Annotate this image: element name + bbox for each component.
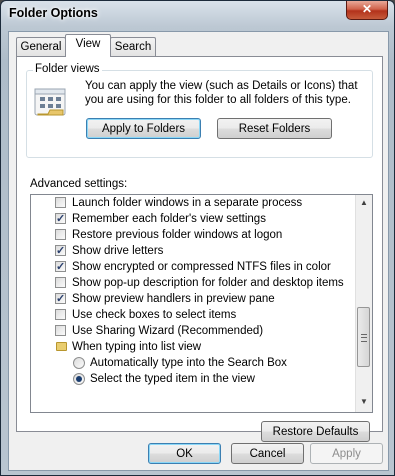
list-item-label: Use Sharing Wizard (Recommended): [72, 325, 264, 337]
scroll-down-icon[interactable]: ▼: [356, 394, 372, 410]
vertical-scrollbar[interactable]: ▲ ▼: [355, 195, 372, 412]
use-check-boxes-checkbox[interactable]: [55, 309, 66, 320]
scroll-up-icon[interactable]: ▲: [356, 195, 372, 211]
list-item-label: When typing into list view: [72, 341, 202, 353]
title-bar[interactable]: Folder Options ✕: [1, 1, 394, 27]
list-item-label: Launch folder windows in a separate proc…: [72, 197, 303, 209]
folder-icon: [56, 342, 67, 351]
auto-type-search-radio[interactable]: [73, 357, 85, 369]
list-item-label: Restore previous folder windows at logon: [72, 229, 283, 241]
folder-options-window: Folder Options ✕ General View Search Fol…: [0, 0, 395, 476]
close-icon: ✕: [361, 2, 373, 16]
dialog-client-area: General View Search Folder views You can…: [8, 31, 389, 471]
show-preview-handlers-checkbox[interactable]: [55, 291, 66, 307]
apply-button[interactable]: Apply: [310, 443, 383, 464]
advanced-settings-label: Advanced settings:: [30, 178, 128, 190]
folder-views-description: You can apply the view (such as Details …: [85, 80, 358, 106]
list-item-label: Show pop-up description for folder and d…: [72, 277, 344, 289]
show-popup-description-checkbox[interactable]: [55, 277, 66, 288]
show-encrypted-color-checkbox[interactable]: [55, 259, 66, 275]
list-item-label: Select the typed item in the view: [90, 373, 255, 385]
close-button[interactable]: ✕: [346, 1, 388, 20]
folder-views-caption: Folder views: [33, 63, 102, 75]
use-sharing-wizard-checkbox[interactable]: [55, 325, 66, 336]
restore-windows-checkbox[interactable]: [55, 229, 66, 240]
list-item-label: Remember each folder's view settings: [72, 213, 266, 225]
show-drive-letters-checkbox[interactable]: [55, 243, 66, 259]
ok-button[interactable]: OK: [148, 443, 221, 464]
restore-defaults-button[interactable]: Restore Defaults: [261, 421, 370, 442]
grip-icon: [361, 334, 367, 342]
window-title: Folder Options: [9, 6, 98, 20]
list-item-label: Show encrypted or compressed NTFS files …: [72, 261, 331, 273]
cancel-button[interactable]: Cancel: [231, 443, 304, 464]
reset-folders-button[interactable]: Reset Folders: [217, 118, 332, 139]
view-tab-panel: Folder views You can apply the view (suc…: [16, 56, 383, 442]
list-item-label: Show preview handlers in preview pane: [72, 293, 275, 305]
tab-search[interactable]: Search: [110, 37, 156, 56]
apply-to-folders-button[interactable]: Apply to Folders: [86, 118, 201, 139]
list-item-label: Use check boxes to select items: [72, 309, 237, 321]
folder-view-icon: [34, 88, 66, 116]
select-typed-item-radio[interactable]: [73, 373, 85, 385]
list-item-label: Automatically type into the Search Box: [90, 357, 287, 369]
advanced-settings-list[interactable]: Launch folder windows in a separate proc…: [30, 194, 373, 413]
tab-general[interactable]: General: [16, 37, 66, 56]
folder-views-group: Folder views You can apply the view (suc…: [26, 63, 373, 158]
scrollbar-thumb[interactable]: [357, 307, 370, 367]
launch-separate-process-checkbox[interactable]: [55, 197, 66, 208]
list-item-label: Show drive letters: [72, 245, 164, 257]
tab-view[interactable]: View: [65, 34, 111, 57]
remember-view-settings-checkbox[interactable]: [55, 211, 66, 227]
